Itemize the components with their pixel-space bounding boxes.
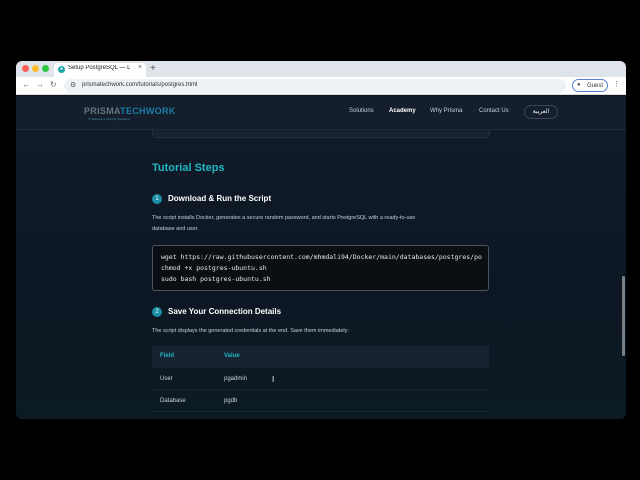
browser-tab[interactable]: ● Setup PostgreSQL — Docker × [54, 63, 146, 77]
logo-wordmark: PRISMATECHWORK [84, 106, 176, 116]
code-line-3: sudo bash postgres-ubuntu.sh [161, 275, 271, 283]
step-1-badge: 1 [152, 194, 162, 204]
address-bar[interactable]: ⚙ prismatechwork.com/tutorials/postgres.… [64, 79, 566, 93]
close-window-button[interactable] [22, 65, 29, 72]
table-cell-value: pgdb [224, 398, 238, 404]
table-header: Field Value [152, 346, 489, 368]
column-header-field: Field [160, 353, 175, 359]
globe-icon: ● [58, 66, 65, 73]
table-cell-field: User [160, 376, 173, 382]
nav-contact-us[interactable]: Contact Us [479, 108, 509, 114]
table-cell-field: Database [160, 398, 186, 404]
nav-why-prisma[interactable]: Why Prisma [430, 108, 462, 114]
nav-solutions[interactable]: Solutions [349, 108, 374, 114]
section-title: Tutorial Steps [152, 162, 225, 174]
reload-icon[interactable]: ↻ [50, 80, 57, 90]
forward-arrow-icon[interactable]: → [36, 80, 44, 90]
tab-title: Setup PostgreSQL — Docker [68, 65, 130, 71]
guest-profile-button[interactable]: ● Guest [572, 79, 608, 92]
site-header: PRISMATECHWORK IT Network & Security Sol… [16, 96, 626, 130]
site-logo[interactable]: PRISMATECHWORK IT Network & Security Sol… [84, 104, 175, 124]
table-cell-value: pgadmin [224, 376, 248, 382]
logo-tagline: IT Network & Security Solutions [88, 117, 131, 121]
browser-toolbar: ← → ↻ ⚙ prismatechwork.com/tutorials/pos… [16, 77, 626, 95]
text-cursor-icon: I [272, 375, 275, 384]
tab-close-icon[interactable]: × [138, 64, 142, 71]
code-line-2: chmod +x postgres-ubuntu.sh [161, 264, 267, 272]
site-info-icon[interactable]: ⚙ [70, 81, 76, 89]
browser-window: ● Setup PostgreSQL — Docker × + ← → ↻ ⚙ … [16, 61, 626, 419]
language-toggle-button[interactable]: العربية [524, 105, 558, 119]
page-scrollbar[interactable] [622, 276, 625, 356]
url-text: prismatechwork.com/tutorials/postgres.ht… [82, 82, 198, 88]
maximize-window-button[interactable] [42, 65, 49, 72]
minimize-window-button[interactable] [32, 65, 39, 72]
step-2-description: The script displays the generated creden… [152, 328, 349, 334]
page-viewport: PRISMATECHWORK IT Network & Security Sol… [16, 96, 626, 419]
previous-section-card [152, 130, 490, 138]
tab-bar: ● Setup PostgreSQL — Docker × + [16, 61, 626, 77]
person-icon: ● [577, 82, 581, 88]
back-arrow-icon[interactable]: ← [22, 80, 30, 90]
code-line-1: wget https://raw.githubusercontent.com/m… [161, 253, 482, 261]
credentials-table: Field Value User pgadmin Database pgdb [152, 346, 489, 419]
menu-kebab-icon[interactable]: ⋮ [613, 81, 620, 89]
step-2-badge: 2 [152, 307, 162, 317]
guest-label: Guest [587, 83, 604, 89]
step-2-title: Save Your Connection Details [168, 307, 282, 316]
table-row: Database pgdb [152, 390, 489, 412]
code-block[interactable]: wget https://raw.githubusercontent.com/m… [152, 245, 489, 291]
table-row: User pgadmin [152, 368, 489, 390]
step-1-description-line-2: database and user. [152, 226, 199, 232]
step-1-title: Download & Run the Script [168, 194, 272, 203]
step-1-description-line-1: The script installs Docker, generates a … [152, 215, 416, 221]
new-tab-icon[interactable]: + [150, 63, 156, 74]
column-header-value: Value [224, 353, 240, 359]
nav-academy[interactable]: Academy [389, 108, 416, 114]
